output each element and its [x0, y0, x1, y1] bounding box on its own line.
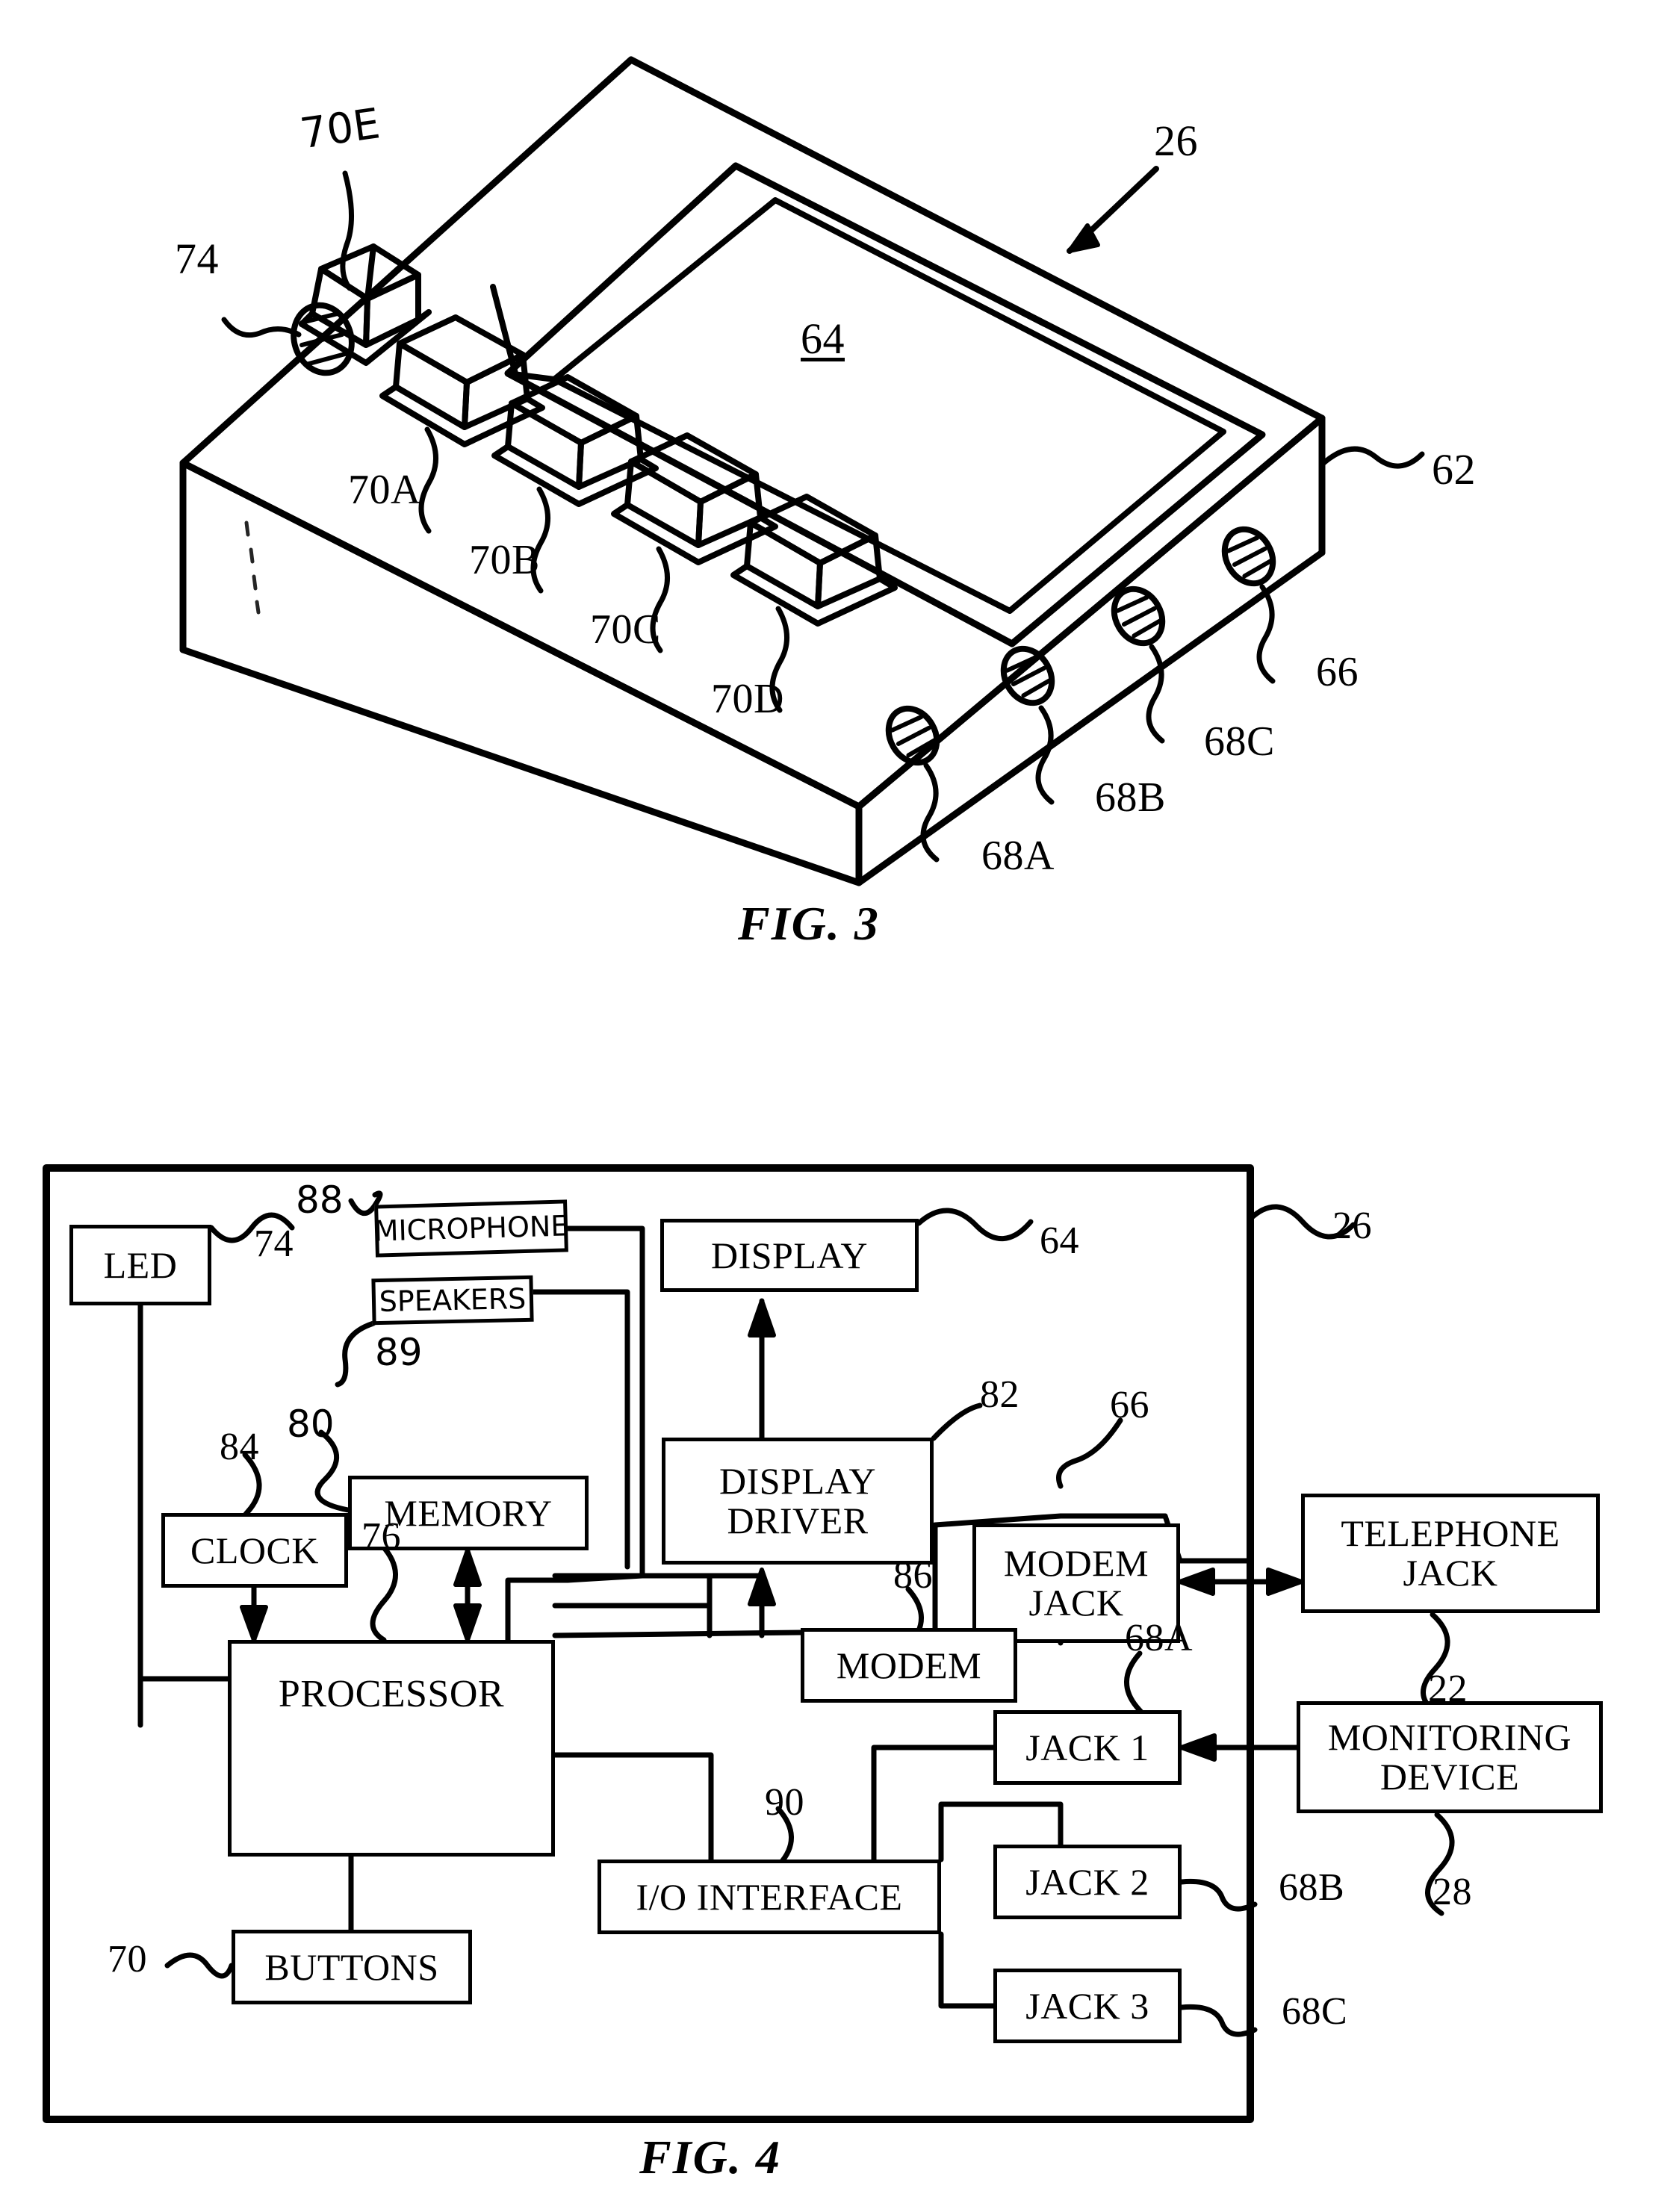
fig3-callout-66: 66	[1316, 649, 1359, 695]
fig4-callout-26: 26	[1332, 1205, 1372, 1247]
fig4-block-monitoring-device[interactable]: MONITORING DEVICE	[1297, 1701, 1603, 1813]
fig4-block-jack1[interactable]: JACK 1	[993, 1710, 1182, 1785]
fig4-callout-64: 64	[1040, 1220, 1079, 1262]
fig4-block-modem[interactable]: MODEM	[801, 1628, 1017, 1703]
fig4-block-buttons[interactable]: BUTTONS	[232, 1930, 472, 2004]
fig3-callout-68A: 68A	[981, 833, 1055, 879]
fig4-block-microphone[interactable]: MICROPHONE	[373, 1199, 569, 1258]
fig3-linework	[179, 56, 1425, 886]
fig4-callout-84: 84	[220, 1426, 259, 1468]
fig3-callout-70A: 70A	[348, 467, 421, 513]
fig4-block-io-interface[interactable]: I/O INTERFACE	[598, 1860, 941, 1934]
fig3-callout-70C: 70C	[590, 606, 661, 653]
fig4-callout-66: 66	[1110, 1384, 1149, 1426]
fig4-block-speakers[interactable]: SPEAKERS	[371, 1275, 534, 1326]
fig4-block-display-driver[interactable]: DISPLAY DRIVER	[662, 1438, 934, 1565]
fig4-block-led[interactable]: LED	[69, 1225, 211, 1305]
fig3-callout-64: 64	[801, 314, 845, 363]
fig4-callout-70: 70	[108, 1938, 147, 1980]
fig4-block-processor[interactable]: PROCESSOR	[228, 1640, 555, 1857]
fig4-callout-28: 28	[1433, 1871, 1472, 1913]
fig4-callout-68B: 68B	[1279, 1866, 1345, 1909]
fig4-callout-22: 22	[1428, 1668, 1468, 1710]
fig3-callout-68B: 68B	[1095, 774, 1166, 821]
fig4-callout-82: 82	[980, 1373, 1019, 1416]
fig4-callout-88: 88	[296, 1178, 344, 1222]
fig4-block-clock[interactable]: CLOCK	[161, 1513, 348, 1588]
fig4-callout-74: 74	[254, 1222, 294, 1265]
fig3-callout-68C: 68C	[1204, 718, 1275, 765]
fig3-callout-70B: 70B	[469, 537, 540, 583]
fig4-callout-68C: 68C	[1282, 1990, 1348, 2033]
fig3-caption: FIG. 3	[738, 897, 880, 950]
fig4-callout-68A: 68A	[1125, 1617, 1194, 1659]
fig3-callout-26: 26	[1154, 116, 1198, 165]
fig4-callout-90: 90	[765, 1781, 804, 1824]
fig4-caption: FIG. 4	[639, 2131, 781, 2184]
fig3-callout-74: 74	[175, 234, 219, 283]
fig3-callout-70D: 70D	[711, 676, 784, 722]
fig4-block-jack2[interactable]: JACK 2	[993, 1845, 1182, 1919]
fig4-block-jack3[interactable]: JACK 3	[993, 1969, 1182, 2043]
fig4-callout-76: 76	[361, 1515, 401, 1558]
fig4-callout-80: 80	[287, 1402, 335, 1446]
fig4-callout-86: 86	[893, 1554, 933, 1597]
fig4-callout-89: 89	[375, 1331, 423, 1374]
fig4-block-display[interactable]: DISPLAY	[660, 1219, 919, 1292]
fig4-block-telephone-jack[interactable]: TELEPHONE JACK	[1301, 1494, 1600, 1613]
fig3-callout-62: 62	[1432, 445, 1476, 494]
patent-drawing-page: 70E 26 74 64 62 70A 70B 70C 70D 66 68C 6…	[0, 0, 1676, 2212]
